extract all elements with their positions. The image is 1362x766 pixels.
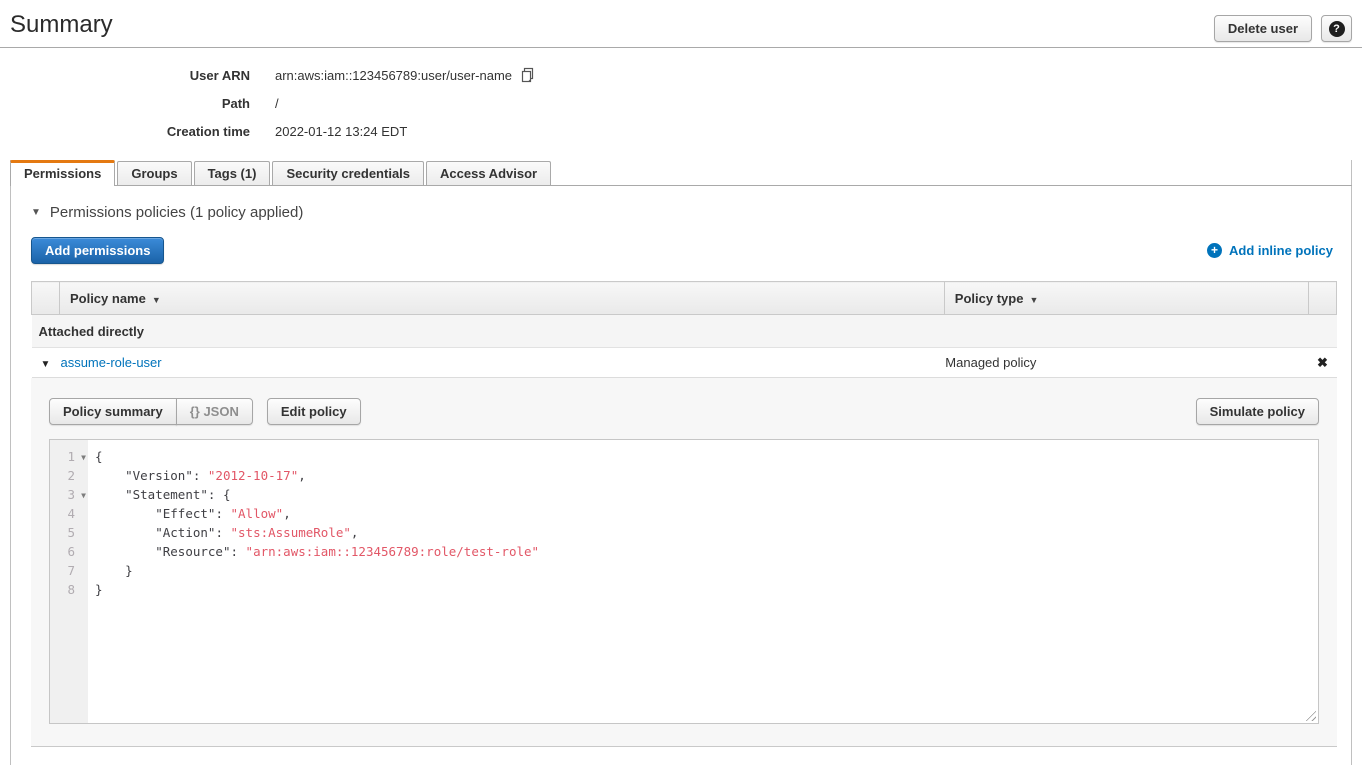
delete-user-button[interactable]: Delete user bbox=[1214, 15, 1312, 42]
policy-view-buttons: Policy summary {} JSON Edit policy Simul… bbox=[49, 398, 1319, 425]
policy-name-column-header[interactable]: Policy name▼ bbox=[59, 282, 944, 315]
policy-summary-button[interactable]: Policy summary bbox=[49, 398, 177, 425]
line-number: 3▼ bbox=[50, 485, 88, 504]
policy-detail-panel: Policy summary {} JSON Edit policy Simul… bbox=[31, 378, 1337, 747]
creation-time-value: 2022-01-12 13:24 EDT bbox=[275, 124, 407, 139]
tab-groups[interactable]: Groups bbox=[117, 161, 191, 185]
code-line: "Resource": "arn:aws:iam::123456789:role… bbox=[95, 542, 1318, 561]
line-number: 1▼ bbox=[50, 447, 88, 466]
fold-toggle-icon[interactable]: ▼ bbox=[81, 448, 86, 467]
edit-policy-button[interactable]: Edit policy bbox=[267, 398, 361, 425]
policy-table: Policy name▼ Policy type▼ Attached direc… bbox=[31, 281, 1337, 378]
path-label: Path bbox=[0, 96, 250, 111]
page-title: Summary bbox=[10, 10, 113, 40]
policy-json-editor[interactable]: 1▼23▼45678 { "Version": "2012-10-17", "S… bbox=[49, 439, 1319, 724]
page-header: Summary Delete user ? bbox=[0, 0, 1362, 47]
policy-row: ▼ assume-role-user Managed policy ✖ bbox=[32, 348, 1337, 378]
creation-time-label: Creation time bbox=[0, 124, 250, 139]
path-value: / bbox=[275, 96, 279, 111]
info-row-path: Path / bbox=[0, 89, 1362, 117]
code-line: "Version": "2012-10-17", bbox=[95, 466, 1318, 485]
permissions-tab-content: ▼ Permissions policies (1 policy applied… bbox=[11, 204, 1351, 747]
policy-name-link[interactable]: assume-role-user bbox=[60, 355, 161, 370]
add-inline-policy-link[interactable]: + Add inline policy bbox=[1207, 243, 1333, 258]
section-title: Permissions policies (1 policy applied) bbox=[50, 204, 303, 221]
header-actions: Delete user ? bbox=[1214, 15, 1352, 42]
sort-caret-icon: ▼ bbox=[1029, 295, 1038, 305]
tab-security-credentials[interactable]: Security credentials bbox=[272, 161, 424, 185]
info-row-user-arn: User ARN arn:aws:iam::123456789:user/use… bbox=[0, 61, 1362, 89]
policy-type-column-header[interactable]: Policy type▼ bbox=[944, 282, 1308, 315]
line-number: 5 bbox=[50, 523, 88, 542]
line-number: 2 bbox=[50, 466, 88, 485]
tab-bar: Permissions Groups Tags (1) Security cre… bbox=[10, 160, 1352, 186]
policy-view-toggle-group: Policy summary {} JSON bbox=[49, 398, 253, 425]
user-arn-label: User ARN bbox=[0, 68, 250, 83]
tab-access-advisor[interactable]: Access Advisor bbox=[426, 161, 551, 185]
attached-directly-group-row: Attached directly bbox=[32, 315, 1337, 348]
code-line: } bbox=[95, 561, 1318, 580]
line-number: 7 bbox=[50, 561, 88, 580]
user-arn-value: arn:aws:iam::123456789:user/user-name bbox=[275, 68, 512, 83]
tab-permissions[interactable]: Permissions bbox=[10, 160, 115, 186]
remove-policy-icon[interactable]: ✖ bbox=[1317, 355, 1328, 370]
fold-toggle-icon[interactable]: ▼ bbox=[81, 486, 86, 505]
help-icon: ? bbox=[1329, 21, 1345, 37]
group-header-label: Attached directly bbox=[32, 315, 1337, 348]
plus-circle-icon: + bbox=[1207, 243, 1222, 258]
help-button[interactable]: ? bbox=[1321, 15, 1352, 42]
code-line: "Action": "sts:AssumeRole", bbox=[95, 523, 1318, 542]
main-panel: Permissions Groups Tags (1) Security cre… bbox=[10, 160, 1352, 765]
user-info-section: User ARN arn:aws:iam::123456789:user/use… bbox=[0, 48, 1362, 145]
code-line: { bbox=[95, 447, 1318, 466]
add-permissions-button[interactable]: Add permissions bbox=[31, 237, 164, 264]
json-view-button[interactable]: {} JSON bbox=[176, 398, 253, 425]
editor-code[interactable]: { "Version": "2012-10-17", "Statement": … bbox=[88, 440, 1318, 723]
permissions-policies-section-toggle[interactable]: ▼ Permissions policies (1 policy applied… bbox=[31, 204, 1337, 221]
policy-table-header-row: Policy name▼ Policy type▼ bbox=[32, 282, 1337, 315]
code-line: "Statement": { bbox=[95, 485, 1318, 504]
code-line: "Effect": "Allow", bbox=[95, 504, 1318, 523]
row-expand-icon[interactable]: ▼ bbox=[41, 359, 51, 370]
policy-type-value: Managed policy bbox=[944, 348, 1308, 378]
info-row-creation-time: Creation time 2022-01-12 13:24 EDT bbox=[0, 117, 1362, 145]
line-number: 8 bbox=[50, 580, 88, 599]
actions-column-header bbox=[1308, 282, 1336, 315]
tab-tags[interactable]: Tags (1) bbox=[194, 161, 271, 185]
code-line: } bbox=[95, 580, 1318, 599]
sort-caret-icon: ▼ bbox=[152, 295, 161, 305]
policy-actions-row: Add permissions + Add inline policy bbox=[31, 237, 1337, 264]
line-number: 4 bbox=[50, 504, 88, 523]
expander-column-header bbox=[32, 282, 60, 315]
copy-icon[interactable] bbox=[520, 67, 536, 84]
line-number: 6 bbox=[50, 542, 88, 561]
editor-gutter: 1▼23▼45678 bbox=[50, 440, 88, 723]
simulate-policy-button[interactable]: Simulate policy bbox=[1196, 398, 1319, 425]
chevron-down-icon: ▼ bbox=[31, 207, 41, 218]
